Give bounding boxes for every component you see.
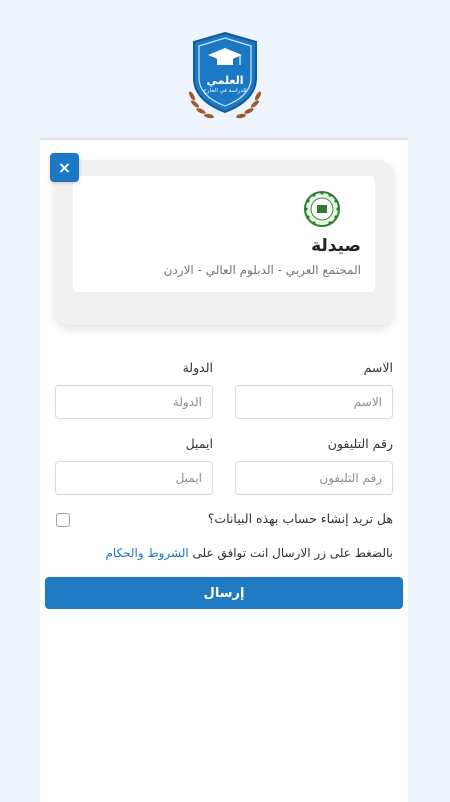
email-label: ايميل — [185, 436, 213, 451]
logo-subtitle: للدراسة في الخارج — [203, 88, 247, 94]
phone-label: رقم التليفون — [327, 436, 393, 451]
course-subtitle: المجتمع العربي - الدبلوم العالي - الاردن — [163, 263, 361, 277]
terms-prefix: بالضغط على زر الارسال انت توافق على — [188, 546, 393, 560]
phone-input[interactable] — [235, 461, 393, 495]
close-button[interactable]: × — [50, 153, 79, 182]
logo-title: العلمي — [206, 74, 244, 87]
course-title: صيدلة — [311, 236, 361, 256]
submit-button[interactable]: إرسال — [45, 577, 403, 609]
country-label: الدولة — [182, 360, 213, 375]
brand-logo: العلمي للدراسة في الخارج — [186, 30, 264, 122]
name-label: الاسم — [363, 360, 393, 375]
email-input[interactable] — [55, 461, 213, 495]
country-input[interactable] — [55, 385, 213, 419]
terms-line: بالضغط على زر الارسال انت توافق على الشر… — [105, 546, 393, 560]
create-account-question: هل تريد إنشاء حساب بهذه البيانات؟ — [207, 511, 393, 526]
terms-link[interactable]: الشروط والحكام — [105, 546, 188, 560]
name-input[interactable] — [235, 385, 393, 419]
university-seal-icon — [304, 191, 340, 227]
create-account-checkbox[interactable] — [56, 513, 70, 527]
